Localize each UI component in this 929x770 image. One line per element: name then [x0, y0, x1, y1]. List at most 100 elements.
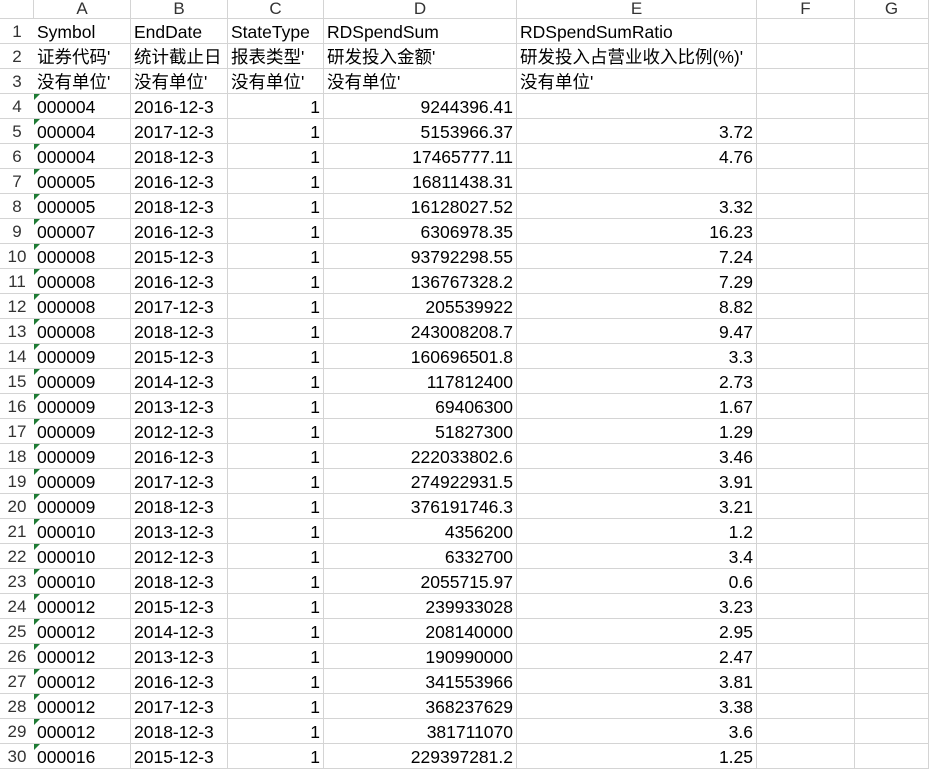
cell-a5[interactable]: 000004 [34, 119, 131, 144]
cell-d26[interactable]: 190990000 [324, 644, 517, 669]
select-all-corner[interactable] [0, 0, 34, 19]
cell-g30[interactable] [855, 744, 929, 769]
cell-g27[interactable] [855, 669, 929, 694]
cell-c12[interactable]: 1 [228, 294, 324, 319]
row-header-21[interactable]: 21 [0, 519, 34, 544]
cell-f18[interactable] [757, 444, 855, 469]
cell-e18[interactable]: 3.46 [517, 444, 757, 469]
cell-c29[interactable]: 1 [228, 719, 324, 744]
cell-f2[interactable] [757, 44, 855, 69]
column-header-d[interactable]: D [324, 0, 517, 19]
cell-g23[interactable] [855, 569, 929, 594]
cell-e9[interactable]: 16.23 [517, 219, 757, 244]
cell-a10[interactable]: 000008 [34, 244, 131, 269]
cell-b5[interactable]: 2017-12-3 [131, 119, 228, 144]
cell-a14[interactable]: 000009 [34, 344, 131, 369]
cell-b1[interactable]: EndDate [131, 19, 228, 44]
cell-f3[interactable] [757, 69, 855, 94]
cell-d4[interactable]: 9244396.41 [324, 94, 517, 119]
cell-b11[interactable]: 2016-12-3 [131, 269, 228, 294]
cell-d15[interactable]: 117812400 [324, 369, 517, 394]
row-header-18[interactable]: 18 [0, 444, 34, 469]
cell-e17[interactable]: 1.29 [517, 419, 757, 444]
row-header-4[interactable]: 4 [0, 94, 34, 119]
cell-c19[interactable]: 1 [228, 469, 324, 494]
cell-b22[interactable]: 2012-12-3 [131, 544, 228, 569]
cell-c7[interactable]: 1 [228, 169, 324, 194]
cell-f23[interactable] [757, 569, 855, 594]
cell-e4[interactable] [517, 94, 757, 119]
cell-a21[interactable]: 000010 [34, 519, 131, 544]
cell-g25[interactable] [855, 619, 929, 644]
cell-a26[interactable]: 000012 [34, 644, 131, 669]
cell-e8[interactable]: 3.32 [517, 194, 757, 219]
cell-b15[interactable]: 2014-12-3 [131, 369, 228, 394]
cell-f6[interactable] [757, 144, 855, 169]
cell-a18[interactable]: 000009 [34, 444, 131, 469]
cell-c14[interactable]: 1 [228, 344, 324, 369]
cell-e28[interactable]: 3.38 [517, 694, 757, 719]
row-header-25[interactable]: 25 [0, 619, 34, 644]
cell-d24[interactable]: 239933028 [324, 594, 517, 619]
cell-b24[interactable]: 2015-12-3 [131, 594, 228, 619]
cell-d22[interactable]: 6332700 [324, 544, 517, 569]
cell-g10[interactable] [855, 244, 929, 269]
cell-g20[interactable] [855, 494, 929, 519]
cell-c17[interactable]: 1 [228, 419, 324, 444]
cell-b27[interactable]: 2016-12-3 [131, 669, 228, 694]
cell-a30[interactable]: 000016 [34, 744, 131, 769]
cell-a29[interactable]: 000012 [34, 719, 131, 744]
cell-g22[interactable] [855, 544, 929, 569]
cell-e23[interactable]: 0.6 [517, 569, 757, 594]
cell-e1[interactable]: RDSpendSumRatio [517, 19, 757, 44]
cell-a2[interactable]: 证券代码' [34, 44, 131, 69]
row-header-17[interactable]: 17 [0, 419, 34, 444]
cell-c27[interactable]: 1 [228, 669, 324, 694]
cell-f14[interactable] [757, 344, 855, 369]
row-header-7[interactable]: 7 [0, 169, 34, 194]
cell-a22[interactable]: 000010 [34, 544, 131, 569]
cell-g19[interactable] [855, 469, 929, 494]
cell-g29[interactable] [855, 719, 929, 744]
cell-d3[interactable]: 没有单位' [324, 69, 517, 94]
cell-f10[interactable] [757, 244, 855, 269]
cell-f16[interactable] [757, 394, 855, 419]
cell-c18[interactable]: 1 [228, 444, 324, 469]
cell-a13[interactable]: 000008 [34, 319, 131, 344]
row-header-28[interactable]: 28 [0, 694, 34, 719]
row-header-30[interactable]: 30 [0, 744, 34, 769]
cell-b30[interactable]: 2015-12-3 [131, 744, 228, 769]
cell-d23[interactable]: 2055715.97 [324, 569, 517, 594]
cell-d18[interactable]: 222033802.6 [324, 444, 517, 469]
cell-d17[interactable]: 51827300 [324, 419, 517, 444]
cell-a4[interactable]: 000004 [34, 94, 131, 119]
cell-g4[interactable] [855, 94, 929, 119]
cell-g11[interactable] [855, 269, 929, 294]
column-header-f[interactable]: F [757, 0, 855, 19]
cell-e11[interactable]: 7.29 [517, 269, 757, 294]
cell-f13[interactable] [757, 319, 855, 344]
cell-b28[interactable]: 2017-12-3 [131, 694, 228, 719]
row-header-8[interactable]: 8 [0, 194, 34, 219]
cell-b18[interactable]: 2016-12-3 [131, 444, 228, 469]
cell-d10[interactable]: 93792298.55 [324, 244, 517, 269]
cell-c15[interactable]: 1 [228, 369, 324, 394]
cell-f21[interactable] [757, 519, 855, 544]
cell-c21[interactable]: 1 [228, 519, 324, 544]
row-header-6[interactable]: 6 [0, 144, 34, 169]
cell-b16[interactable]: 2013-12-3 [131, 394, 228, 419]
cell-b8[interactable]: 2018-12-3 [131, 194, 228, 219]
row-header-2[interactable]: 2 [0, 44, 34, 69]
cell-g17[interactable] [855, 419, 929, 444]
cell-g21[interactable] [855, 519, 929, 544]
cell-b25[interactable]: 2014-12-3 [131, 619, 228, 644]
cell-a1[interactable]: Symbol [34, 19, 131, 44]
cell-a7[interactable]: 000005 [34, 169, 131, 194]
cell-d19[interactable]: 274922931.5 [324, 469, 517, 494]
cell-d7[interactable]: 16811438.31 [324, 169, 517, 194]
cell-g16[interactable] [855, 394, 929, 419]
cell-f29[interactable] [757, 719, 855, 744]
cell-b20[interactable]: 2018-12-3 [131, 494, 228, 519]
cell-e24[interactable]: 3.23 [517, 594, 757, 619]
cell-b4[interactable]: 2016-12-3 [131, 94, 228, 119]
